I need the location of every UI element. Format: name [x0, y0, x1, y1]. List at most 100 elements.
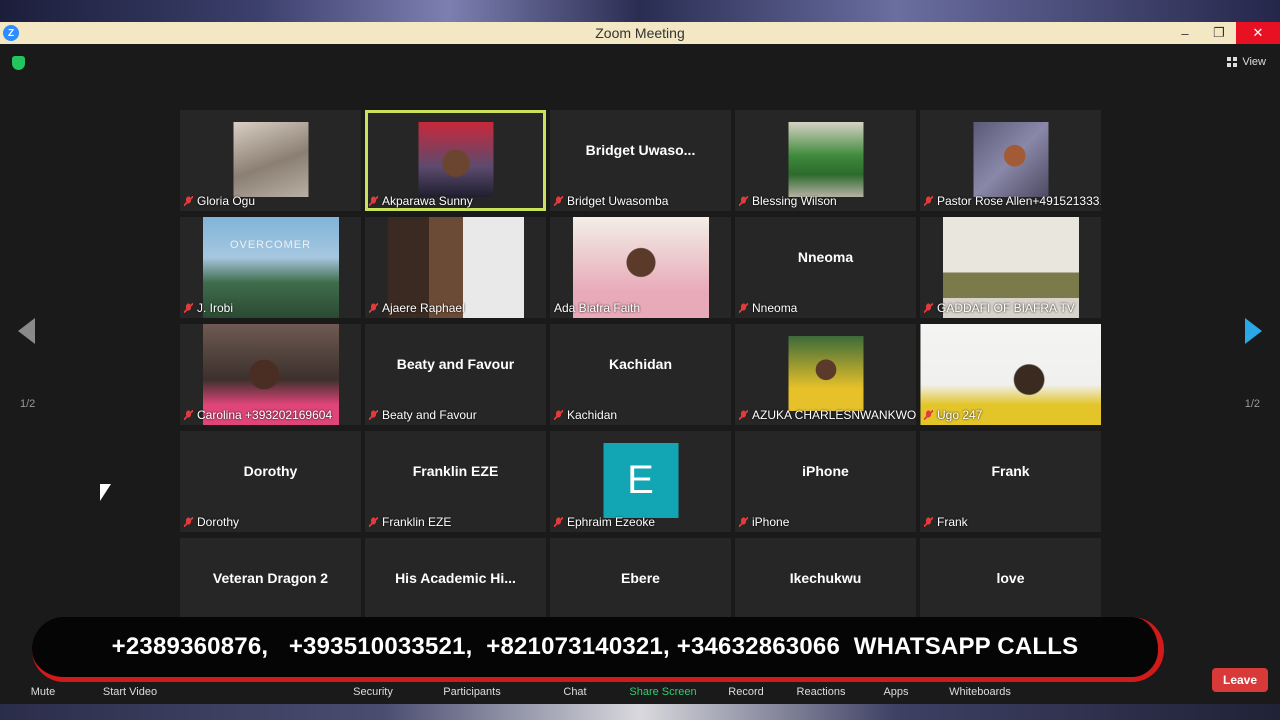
previous-page-icon[interactable]: [18, 318, 35, 344]
participant-tile[interactable]: Ajaere Raphael: [365, 217, 546, 318]
participant-display-name: Veteran Dragon 2: [212, 570, 329, 586]
toolbar-security-button[interactable]: Security: [353, 686, 393, 698]
toolbar-start-video-button[interactable]: Start Video: [103, 686, 157, 698]
minimize-icon[interactable]: –: [1168, 22, 1202, 44]
participant-caption: Kachidan: [554, 408, 617, 422]
next-page-icon[interactable]: [1245, 318, 1262, 344]
close-icon[interactable]: ✕: [1236, 22, 1280, 44]
mic-muted-icon: [554, 196, 563, 206]
participant-caption: Frank: [924, 515, 968, 529]
background-image-top: [0, 0, 1280, 22]
participant-name: Blessing Wilson: [752, 194, 837, 208]
page-indicator-left: 1/2: [20, 398, 36, 410]
participant-video: [788, 336, 863, 411]
participant-caption: Beaty and Favour: [369, 408, 477, 422]
participant-caption: Ajaere Raphael: [369, 301, 465, 315]
mic-muted-icon: [184, 196, 193, 206]
participant-tile[interactable]: E Ephraim Ezeoke: [550, 431, 731, 532]
mic-muted-icon: [924, 303, 933, 313]
participant-display-name: Frank: [991, 463, 1030, 479]
participant-tile[interactable]: Gloria Ogu: [180, 110, 361, 211]
participant-caption: Ugo 247: [924, 408, 982, 422]
participant-tile[interactable]: Carolina +393202169604: [180, 324, 361, 425]
gallery-grid-icon: [1227, 57, 1238, 67]
participant-tile[interactable]: Bridget Uwaso... Bridget Uwasomba: [550, 110, 731, 211]
participant-tile[interactable]: Nneoma Nneoma: [735, 217, 916, 318]
participant-name: Nneoma: [752, 301, 798, 315]
participant-video: [973, 122, 1048, 197]
zoom-logo-icon: Z: [3, 25, 19, 41]
security-shield-icon[interactable]: [12, 56, 25, 70]
participant-tile[interactable]: Kachidan Kachidan: [550, 324, 731, 425]
mic-muted-icon: [369, 517, 378, 527]
toolbar-apps-button[interactable]: Apps: [883, 686, 908, 698]
mic-muted-icon: [184, 517, 193, 527]
participant-tile[interactable]: OVERCOMER J. Irobi: [180, 217, 361, 318]
participant-caption: AZUKA CHARLESNWANKWO: [739, 408, 916, 422]
participant-caption: Blessing Wilson: [739, 194, 837, 208]
mic-muted-icon: [369, 410, 378, 420]
mic-muted-icon: [369, 196, 378, 206]
participant-display-name: love: [996, 570, 1025, 586]
video-overlay-text: OVERCOMER: [229, 239, 312, 251]
participant-caption: Ephraim Ezeoke: [554, 515, 655, 529]
participant-name: Pastor Rose Allen+491521333...: [937, 194, 1101, 208]
participant-tile[interactable]: Frank Frank: [920, 431, 1101, 532]
mic-muted-icon: [739, 410, 748, 420]
toolbar-chat-button[interactable]: Chat: [563, 686, 586, 698]
participant-caption: GADDAFI OF BIAFRA TV: [924, 301, 1075, 315]
participant-caption: iPhone: [739, 515, 789, 529]
participant-display-name: Dorothy: [243, 463, 298, 479]
participant-tile[interactable]: Dorothy Dorothy: [180, 431, 361, 532]
participant-gallery: Gloria Ogu Akparawa Sunny Bridget Uwaso...…: [180, 110, 1102, 639]
participant-display-name: Bridget Uwaso...: [585, 142, 696, 158]
participant-tile[interactable]: Franklin EZE Franklin EZE: [365, 431, 546, 532]
leave-button[interactable]: Leave: [1212, 668, 1268, 692]
participant-caption: Akparawa Sunny: [369, 194, 473, 208]
participant-name: Ajaere Raphael: [382, 301, 465, 315]
participant-tile[interactable]: Blessing Wilson: [735, 110, 916, 211]
participant-tile[interactable]: GADDAFI OF BIAFRA TV: [920, 217, 1101, 318]
toolbar-record-button[interactable]: Record: [728, 686, 763, 698]
toolbar-participants-button[interactable]: Participants: [443, 686, 500, 698]
participant-caption: Gloria Ogu: [184, 194, 255, 208]
participant-tile[interactable]: Akparawa Sunny: [365, 110, 546, 211]
page-indicator-right: 1/2: [1244, 398, 1260, 410]
participant-display-name: Ikechukwu: [789, 570, 862, 586]
avatar: E: [603, 443, 678, 518]
participant-video: [418, 122, 493, 197]
mic-muted-icon: [739, 196, 748, 206]
participant-caption: J. Irobi: [184, 301, 233, 315]
participant-name: Gloria Ogu: [197, 194, 256, 208]
restore-icon[interactable]: ❐: [1202, 22, 1236, 44]
mic-muted-icon: [739, 517, 748, 527]
mic-muted-icon: [924, 517, 933, 527]
toolbar-whiteboards-button[interactable]: Whiteboards: [949, 686, 1011, 698]
participant-tile[interactable]: iPhone iPhone: [735, 431, 916, 532]
participant-tile[interactable]: Pastor Rose Allen+491521333...: [920, 110, 1101, 211]
participant-name: Ugo 247: [937, 408, 983, 422]
view-label: View: [1242, 56, 1266, 68]
participant-caption: Carolina +393202169604: [184, 408, 332, 422]
participant-display-name: Franklin EZE: [412, 463, 499, 479]
participant-video: [788, 122, 863, 197]
participant-display-name: Kachidan: [608, 356, 672, 372]
mic-muted-icon: [739, 303, 748, 313]
participant-caption: Dorothy: [184, 515, 239, 529]
participant-display-name: Nneoma: [797, 249, 854, 265]
participant-name: AZUKA CHARLESNWANKWO: [752, 408, 916, 422]
participant-name: Frank: [937, 515, 968, 529]
window-title: Zoom Meeting: [595, 25, 685, 41]
participant-tile[interactable]: Ugo 247: [920, 324, 1101, 425]
toolbar-mute-button[interactable]: Mute: [31, 686, 55, 698]
view-button[interactable]: View: [1227, 56, 1266, 68]
toolbar-share-screen-button[interactable]: Share Screen: [629, 686, 696, 698]
toolbar-reactions-button[interactable]: Reactions: [797, 686, 846, 698]
mic-muted-icon: [554, 517, 563, 527]
participant-video: [233, 122, 308, 197]
participant-caption: Franklin EZE: [369, 515, 451, 529]
participant-tile[interactable]: AZUKA CHARLESNWANKWO: [735, 324, 916, 425]
participant-name: Akparawa Sunny: [382, 194, 473, 208]
participant-tile[interactable]: Ada Biafra Faith: [550, 217, 731, 318]
participant-tile[interactable]: Beaty and Favour Beaty and Favour: [365, 324, 546, 425]
